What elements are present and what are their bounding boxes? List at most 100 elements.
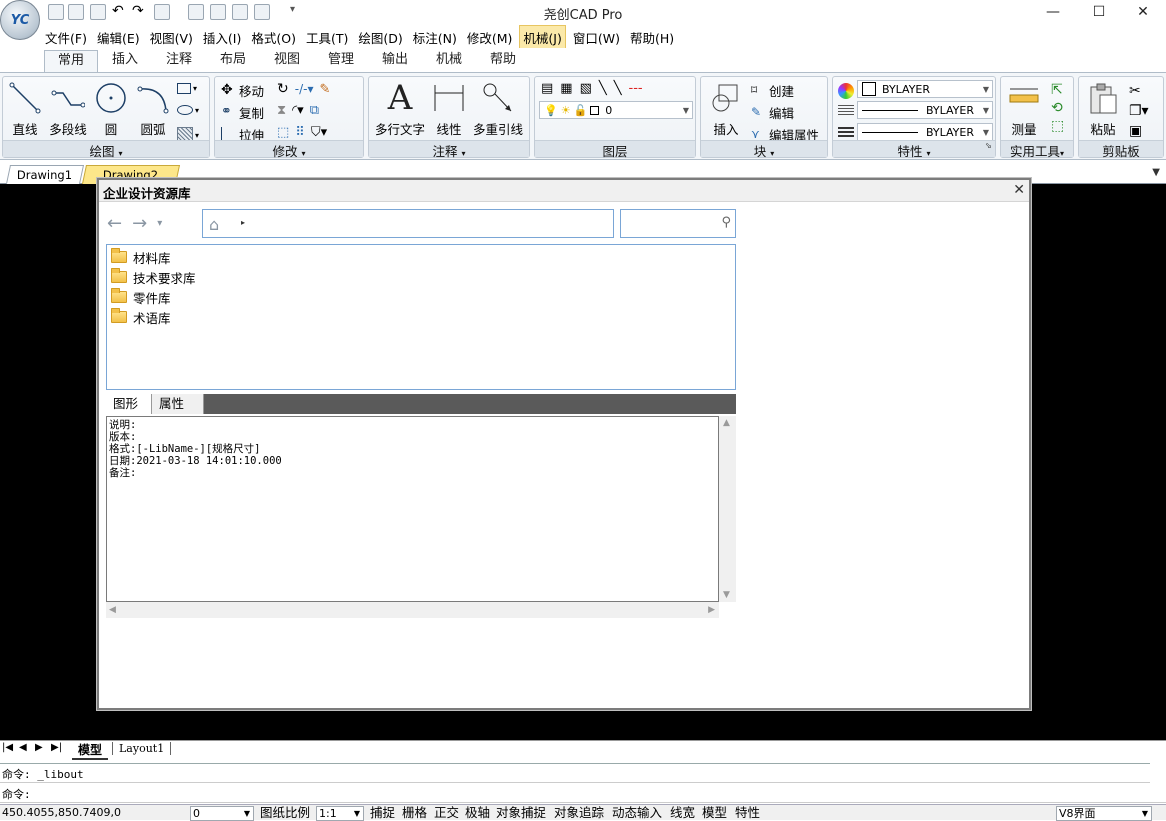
tab-attributes[interactable]: 属性 <box>152 394 204 414</box>
fillet-icon[interactable]: ◜▾ <box>292 103 304 118</box>
lineweight-dropdown[interactable]: BYLAYER ▼ <box>857 123 993 141</box>
insert-block-button[interactable]: 插入 <box>705 81 747 138</box>
line-button[interactable]: 直线 <box>7 81 43 138</box>
array-icon[interactable]: ⠿ <box>295 125 305 140</box>
toggle-grid[interactable]: 栅格 <box>400 805 429 821</box>
measure-button[interactable]: 测量 <box>1003 81 1045 138</box>
copy-clip-icon[interactable]: ❐▾ <box>1129 101 1149 121</box>
group-block-label[interactable]: 块 ▾ <box>701 140 827 159</box>
offset-icon[interactable]: ⧉ <box>310 103 319 118</box>
tree-item-terms[interactable]: 术语库 <box>111 307 731 327</box>
group-properties-label[interactable]: 特性 ▾ ⬂ <box>833 140 995 159</box>
breadcrumb-chevron-icon[interactable]: ▸ <box>241 218 245 227</box>
group-modify-label[interactable]: 修改 ▾ <box>215 140 363 159</box>
history-dropdown-icon[interactable]: ▾ <box>157 218 162 229</box>
toggle-model[interactable]: 模型 <box>700 805 729 821</box>
scroll-up-icon[interactable]: ▲ <box>723 418 730 428</box>
cut-icon[interactable]: ✂ <box>1129 81 1149 101</box>
group-annotate-label[interactable]: 注释 ▾ <box>369 140 529 159</box>
layout-tab-model[interactable]: 模型 <box>72 741 109 760</box>
properties-launcher-icon[interactable]: ⬂ <box>985 141 992 150</box>
ellipse-tool[interactable]: ▾ <box>177 105 199 115</box>
toggle-ortho[interactable]: 正交 <box>432 805 461 821</box>
search-icon[interactable]: ⚲ <box>721 215 731 230</box>
toggle-snap[interactable]: 捕捉 <box>368 805 397 821</box>
erase-icon[interactable]: ✎ <box>319 82 330 97</box>
mirror-icon[interactable]: ⧗ <box>277 103 286 118</box>
scroll-down-icon[interactable]: ▼ <box>723 590 730 600</box>
dialog-close-icon[interactable]: ✕ <box>1013 182 1025 198</box>
menu-mechanical[interactable]: 机械(J) <box>519 24 566 50</box>
scroll-right-icon[interactable]: ▶ <box>708 605 715 615</box>
arc-button[interactable]: 圆弧 <box>133 81 173 138</box>
tab-insert[interactable]: 插入 <box>98 50 152 72</box>
toggle-osnap[interactable]: 对象捕捉 <box>494 805 548 821</box>
color-dropdown[interactable]: BYLAYER ▼ <box>857 80 993 98</box>
circle-button[interactable]: 圆 <box>93 81 129 138</box>
trim-icon[interactable]: -/-▾ <box>295 82 314 96</box>
tab-manage[interactable]: 管理 <box>314 50 368 72</box>
last-layout-icon[interactable]: ▶| <box>51 742 62 753</box>
menu-window[interactable]: 窗口(W) <box>570 26 623 49</box>
info-vertical-scrollbar[interactable]: ▲ ▼ <box>719 416 736 602</box>
info-horizontal-scrollbar[interactable]: ◀ ▶ <box>106 602 719 618</box>
back-arrow-icon[interactable]: ← <box>107 213 122 234</box>
command-input[interactable]: 命令: <box>0 783 1166 803</box>
layer-off-icon[interactable]: --- <box>629 81 643 96</box>
tab-layout[interactable]: 布局 <box>206 50 260 72</box>
group-clipboard-label[interactable]: 剪贴板 <box>1079 140 1163 159</box>
toggle-properties[interactable]: 特性 <box>733 805 762 821</box>
paste-button[interactable]: 粘贴 <box>1081 81 1125 138</box>
explode-icon[interactable]: ⛉▾ <box>311 125 327 140</box>
tab-mechanical[interactable]: 机械 <box>422 50 476 72</box>
menu-format[interactable]: 格式(O) <box>248 26 299 49</box>
tab-annotate[interactable]: 注释 <box>152 50 206 72</box>
first-layout-icon[interactable]: |◀ <box>2 742 13 753</box>
app-logo[interactable]: YC <box>0 0 40 40</box>
tree-item-materials[interactable]: 材料库 <box>111 247 731 267</box>
forward-arrow-icon[interactable]: → <box>132 213 147 234</box>
copy-button[interactable]: ⚭ 复制 <box>221 103 264 122</box>
doc-tab-drawing1[interactable]: Drawing1 <box>5 165 85 184</box>
tab-output[interactable]: 输出 <box>368 50 422 72</box>
menu-file[interactable]: 文件(F) <box>42 26 90 49</box>
toggle-dyninput[interactable]: 动态输入 <box>610 805 664 821</box>
menu-dimension[interactable]: 标注(N) <box>410 26 460 49</box>
menu-edit[interactable]: 编辑(E) <box>94 26 143 49</box>
tab-home[interactable]: 常用 <box>44 50 98 72</box>
menu-modify[interactable]: 修改(M) <box>464 26 516 49</box>
layer-prev-icon[interactable]: ╲ <box>614 81 622 96</box>
rotate-icon[interactable]: ↻ <box>277 81 289 97</box>
scale-dropdown[interactable]: 1:1 ▼ <box>316 806 364 821</box>
mleader-button[interactable]: 多重引线 <box>469 81 527 138</box>
linetype-icon[interactable] <box>838 105 854 117</box>
create-block-button[interactable]: ⌑ 创建 <box>751 81 794 100</box>
layer-match-icon[interactable]: ▧ <box>580 81 592 96</box>
menu-view[interactable]: 视图(V) <box>147 26 196 49</box>
menu-help[interactable]: 帮助(H) <box>627 26 677 49</box>
tree-item-tech-requirements[interactable]: 技术要求库 <box>111 267 731 287</box>
toggle-otrack[interactable]: 对象追踪 <box>552 805 606 821</box>
home-icon[interactable]: ⌂ <box>209 215 219 234</box>
scale-icon[interactable]: ⬚ <box>277 125 289 140</box>
mtext-button[interactable]: A 多行文字 <box>372 78 428 138</box>
ui-mode-dropdown[interactable]: V8界面 ▼ <box>1056 806 1152 821</box>
layer-status-dropdown[interactable]: 0 ▼ <box>190 806 254 821</box>
tab-graphics[interactable]: 图形 <box>106 394 152 414</box>
polyline-button[interactable]: 多段线 <box>45 81 91 138</box>
menu-draw[interactable]: 绘图(D) <box>355 26 405 49</box>
doc-tabs-menu-icon[interactable]: ▼ <box>1152 167 1160 178</box>
color-wheel-icon[interactable] <box>838 83 854 99</box>
move-button[interactable]: ✥ 移动 <box>221 81 264 100</box>
linetype-dropdown[interactable]: BYLAYER ▼ <box>857 101 993 119</box>
layer-properties-icon[interactable]: ▤ <box>541 81 553 96</box>
next-layout-icon[interactable]: ▶ <box>35 742 43 753</box>
layer-line-icon[interactable]: ╲ <box>599 81 607 96</box>
tree-item-parts[interactable]: 零件库 <box>111 287 731 307</box>
select-all-icon[interactable]: ⬚ <box>1051 117 1064 135</box>
tab-help[interactable]: 帮助 <box>476 50 530 72</box>
rectangle-tool[interactable]: ▾ <box>177 83 197 94</box>
point-filter-icon[interactable]: ⟲ <box>1051 99 1064 117</box>
minimize-button[interactable]: — <box>1030 0 1076 24</box>
layer-dropdown[interactable]: 💡 ☀ 🔓 0 ▼ <box>539 101 693 119</box>
